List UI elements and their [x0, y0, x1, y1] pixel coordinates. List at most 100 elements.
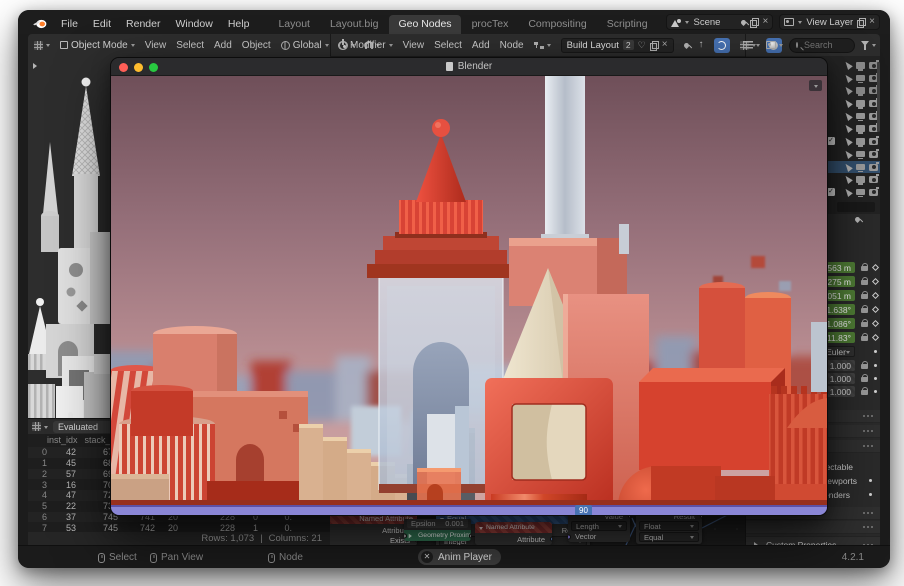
pin-icon[interactable] — [854, 216, 861, 223]
monitor-icon[interactable] — [856, 189, 865, 196]
close-icon[interactable]: × — [762, 17, 768, 27]
editor-type-viewport-button[interactable] — [34, 41, 50, 50]
lock-icon[interactable] — [861, 336, 868, 341]
monitor-icon[interactable] — [856, 113, 865, 120]
monitor-icon[interactable] — [856, 151, 865, 158]
collapse-icon[interactable] — [479, 527, 483, 532]
keyframe-dot-icon[interactable] — [869, 493, 872, 496]
menu-add[interactable]: Add — [214, 40, 232, 51]
drag-handle-icon[interactable] — [862, 429, 875, 434]
cursor-icon[interactable] — [843, 123, 853, 133]
monitor-icon[interactable] — [856, 62, 865, 69]
monitor-icon[interactable] — [856, 138, 865, 145]
menu-help[interactable]: Help — [228, 18, 250, 30]
epsilon-field[interactable]: Epsilon0.001 — [407, 519, 468, 528]
cursor-icon[interactable] — [843, 73, 853, 83]
menu-render[interactable]: Render — [126, 18, 160, 30]
close-window-button[interactable] — [119, 63, 128, 72]
drag-handle-icon[interactable] — [862, 525, 875, 530]
tab-scripting[interactable]: Scripting — [598, 15, 657, 34]
parent-up-icon[interactable]: ↑ — [699, 40, 704, 50]
menu-node-select[interactable]: Select — [434, 40, 462, 51]
timeline-scrubber[interactable]: 90 — [111, 505, 828, 515]
new-layer-icon[interactable] — [857, 18, 865, 27]
outliner-search[interactable] — [789, 38, 855, 53]
node-enum-dropdown[interactable]: Length — [571, 521, 627, 531]
tree-browse-button[interactable] — [534, 41, 551, 50]
camera-icon[interactable] — [869, 189, 878, 196]
scene-selector[interactable]: Scene × — [666, 14, 773, 30]
lock-icon[interactable] — [861, 364, 868, 369]
camera-icon[interactable] — [869, 176, 878, 183]
lock-icon[interactable] — [861, 294, 868, 299]
keyframe-icon[interactable] — [872, 264, 879, 271]
cursor-icon[interactable] — [843, 149, 853, 159]
keyframe-dot-icon[interactable] — [874, 377, 877, 380]
mode-dropdown[interactable]: Object Mode — [60, 40, 135, 51]
keyframe-icon[interactable] — [872, 320, 879, 327]
keyframe-dot-icon[interactable] — [874, 364, 877, 367]
node-geometry-proximity[interactable]: Epsilon0.001 Geometry Proximity — [404, 518, 471, 541]
monitor-icon[interactable] — [856, 164, 865, 171]
cursor-icon[interactable] — [843, 187, 853, 197]
lock-icon[interactable] — [861, 266, 868, 271]
node-enum-dropdown[interactable]: Float — [639, 521, 699, 531]
render-window-titlebar[interactable]: Blender — [111, 58, 827, 76]
menu-view[interactable]: View — [145, 40, 167, 51]
menu-select[interactable]: Select — [176, 40, 204, 51]
tab-layout-big[interactable]: Layout.big — [321, 15, 387, 34]
lock-icon[interactable] — [861, 322, 868, 327]
tab-layout[interactable]: Layout — [269, 15, 319, 34]
menu-node[interactable]: Node — [500, 40, 524, 51]
new-scene-icon[interactable] — [750, 18, 758, 27]
monitor-icon[interactable] — [856, 125, 865, 132]
cursor-icon[interactable] — [843, 85, 853, 95]
menu-file[interactable]: File — [61, 18, 78, 30]
camera-icon[interactable] — [869, 138, 878, 145]
breadcrumb[interactable] — [837, 202, 875, 212]
monitor-icon[interactable] — [856, 87, 865, 94]
camera-icon[interactable] — [869, 151, 878, 158]
display-mode-dropdown[interactable] — [743, 41, 760, 49]
keyframe-icon[interactable] — [872, 306, 879, 313]
checkbox-icon[interactable]: ✓ — [827, 137, 835, 145]
search-input[interactable] — [802, 39, 850, 51]
lock-icon[interactable] — [861, 308, 868, 313]
scrollbar[interactable] — [877, 62, 880, 132]
pin-icon[interactable] — [740, 18, 747, 25]
minimize-window-button[interactable] — [134, 63, 143, 72]
fake-user-icon[interactable]: ♡ — [638, 41, 646, 50]
keyframe-icon[interactable] — [872, 278, 879, 285]
cursor-icon[interactable] — [843, 162, 853, 172]
monitor-icon[interactable] — [856, 176, 865, 183]
node-named-attribute[interactable]: Named Attribute Attribute — [475, 522, 552, 545]
drag-handle-icon[interactable] — [862, 444, 875, 449]
cursor-icon[interactable] — [843, 111, 853, 121]
zoom-window-button[interactable] — [149, 63, 158, 72]
collapsed-panel[interactable] — [746, 521, 880, 534]
pin-icon[interactable] — [682, 41, 689, 48]
socket-icon[interactable] — [469, 533, 472, 538]
keyframe-icon[interactable] — [872, 334, 879, 341]
lock-icon[interactable] — [861, 390, 868, 395]
tab-geo-nodes[interactable]: Geo Nodes — [389, 15, 460, 34]
camera-icon[interactable] — [869, 164, 878, 171]
menu-window[interactable]: Window — [175, 18, 212, 30]
menu-edit[interactable]: Edit — [93, 18, 111, 30]
drag-handle-icon[interactable] — [862, 511, 875, 516]
lock-icon[interactable] — [861, 377, 868, 382]
orientation-dropdown[interactable]: Global — [281, 40, 329, 51]
custom-properties-panel[interactable]: Custom Properties — [746, 536, 880, 545]
cursor-icon[interactable] — [843, 98, 853, 108]
view-layer-selector[interactable]: View Layer × — [779, 14, 880, 30]
outliner-filter-type-dropdown[interactable] — [766, 41, 783, 49]
monitor-icon[interactable] — [856, 100, 865, 107]
socket-icon[interactable] — [404, 533, 407, 538]
monitor-icon[interactable] — [856, 75, 865, 82]
close-icon[interactable]: × — [869, 17, 875, 27]
tab-proctex[interactable]: procTex — [463, 15, 518, 34]
render-window[interactable]: Blender — [110, 57, 828, 516]
menu-object[interactable]: Object — [242, 40, 271, 51]
socket-icon[interactable] — [568, 534, 571, 539]
drag-handle-icon[interactable] — [862, 414, 875, 419]
